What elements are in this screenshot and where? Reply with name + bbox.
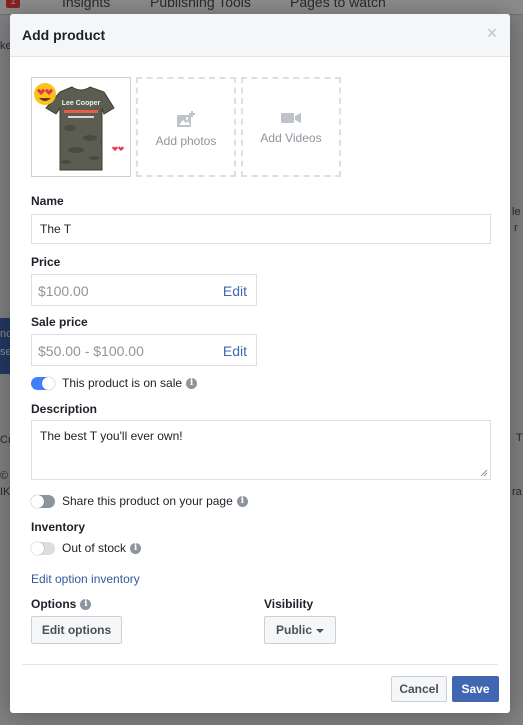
description-text: The best T you'll ever own!	[40, 429, 183, 443]
close-icon[interactable]: ×	[484, 24, 500, 42]
name-input[interactable]: The T	[31, 214, 491, 244]
name-label: Name	[31, 194, 64, 208]
add-videos-label: Add Videos	[260, 131, 322, 145]
toggle-knob	[31, 495, 44, 508]
media-row: Lee Cooper Add photos Add Videos	[31, 77, 491, 177]
price-value: $100.00	[38, 283, 89, 299]
video-camera-icon	[281, 113, 301, 123]
dialog-title: Add product	[22, 27, 106, 43]
sale-price-value: $50.00 - $100.00	[38, 343, 144, 359]
photo-plus-icon	[177, 111, 195, 127]
on-sale-toggle[interactable]	[31, 377, 55, 390]
edit-options-button[interactable]: Edit options	[31, 616, 122, 644]
out-of-stock-row: Out of stock i	[62, 541, 142, 555]
sale-price-field[interactable]: $50.00 - $100.00 Edit	[31, 334, 257, 366]
visibility-label: Visibility	[264, 597, 314, 611]
cancel-button[interactable]: Cancel	[391, 676, 447, 702]
info-icon[interactable]: i	[130, 543, 142, 555]
info-icon[interactable]: i	[236, 496, 248, 508]
resize-grip-icon[interactable]	[480, 469, 488, 477]
save-button[interactable]: Save	[452, 676, 499, 702]
description-label: Description	[31, 402, 98, 416]
toggle-knob	[31, 542, 44, 555]
tshirt-image: Lee Cooper	[32, 78, 130, 176]
thumbnail-brand-text: Lee Cooper	[62, 100, 101, 107]
on-sale-label: This product is on sale	[62, 376, 183, 390]
share-row: Share this product on your page i	[62, 494, 248, 508]
price-edit-link[interactable]: Edit	[223, 283, 247, 299]
toggle-knob	[42, 377, 55, 390]
dialog-header: Add product ×	[10, 14, 510, 57]
info-icon[interactable]: i	[186, 378, 198, 390]
add-product-dialog: Add product × Lee Cooper Add photos Add …	[10, 14, 510, 713]
price-label: Price	[31, 255, 61, 269]
edit-option-inventory-link[interactable]: Edit option inventory	[31, 572, 140, 586]
out-of-stock-label: Out of stock	[62, 541, 127, 555]
sale-price-label: Sale price	[31, 315, 88, 329]
visibility-value: Public	[275, 623, 312, 637]
footer-divider	[22, 664, 498, 665]
description-textarea[interactable]: The best T you'll ever own!	[31, 420, 491, 480]
price-field[interactable]: $100.00 Edit	[31, 274, 257, 306]
share-toggle[interactable]	[31, 495, 55, 508]
inventory-label: Inventory	[31, 520, 86, 534]
visibility-dropdown[interactable]: Public	[264, 616, 336, 644]
add-photos-button[interactable]: Add photos	[136, 77, 236, 177]
add-videos-button[interactable]: Add Videos	[241, 77, 341, 177]
sale-price-edit-link[interactable]: Edit	[223, 343, 247, 359]
product-thumbnail[interactable]: Lee Cooper	[31, 77, 131, 177]
share-label: Share this product on your page	[62, 494, 233, 508]
dialog-body: Lee Cooper Add photos Add Videos	[31, 77, 491, 177]
options-row: Options i	[31, 597, 92, 611]
info-icon[interactable]: i	[80, 599, 92, 611]
chevron-down-icon	[316, 628, 324, 633]
on-sale-row: This product is on sale i	[62, 376, 198, 390]
add-photos-label: Add photos	[155, 134, 217, 148]
out-of-stock-toggle[interactable]	[31, 542, 55, 555]
options-label: Options	[31, 597, 77, 611]
